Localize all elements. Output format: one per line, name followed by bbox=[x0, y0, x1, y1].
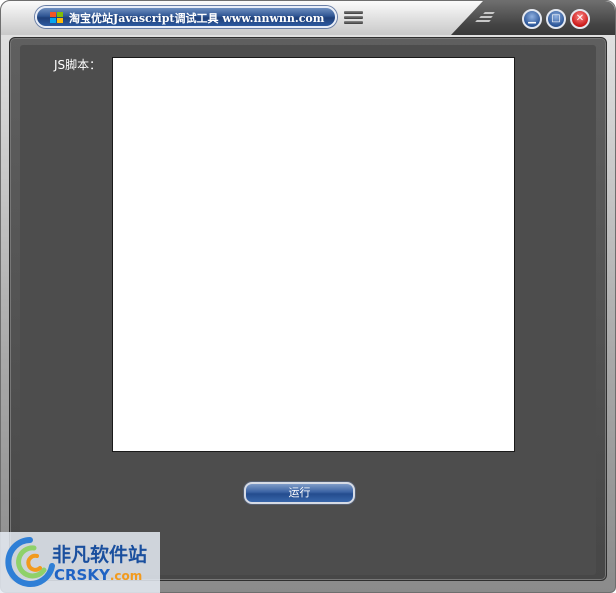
windows-flag-icon bbox=[50, 12, 63, 23]
watermark-brand-en: CRSKY.com bbox=[54, 566, 142, 584]
watermark-brand-cn: 非凡软件站 bbox=[52, 544, 148, 566]
menu-icon[interactable] bbox=[344, 11, 363, 25]
script-input[interactable] bbox=[112, 57, 515, 452]
title-pill: 淘宝优站Javascript调试工具 www.nnwnn.com bbox=[35, 6, 337, 28]
script-label: JS脚本： bbox=[54, 58, 102, 72]
minimize-icon: ▁ bbox=[528, 13, 536, 24]
close-button[interactable]: ✕ bbox=[570, 9, 590, 29]
watermark-brand-suffix: .com bbox=[109, 569, 143, 583]
run-button[interactable]: 运行 bbox=[244, 482, 355, 504]
maximize-button[interactable]: □ bbox=[546, 9, 566, 29]
title-bar[interactable]: 淘宝优站Javascript调试工具 www.nnwnn.com ▁ □ ✕ bbox=[1, 1, 615, 35]
watermark-brand-name: CRSKY bbox=[54, 566, 110, 584]
watermark: 非凡软件站 CRSKY.com bbox=[0, 532, 160, 593]
maximize-icon: □ bbox=[551, 13, 561, 24]
grip-icon bbox=[472, 12, 496, 26]
crsky-logo-icon bbox=[5, 537, 55, 587]
minimize-button[interactable]: ▁ bbox=[522, 9, 542, 29]
window-title: 淘宝优站Javascript调试工具 www.nnwnn.com bbox=[69, 12, 325, 25]
close-icon: ✕ bbox=[575, 13, 585, 24]
